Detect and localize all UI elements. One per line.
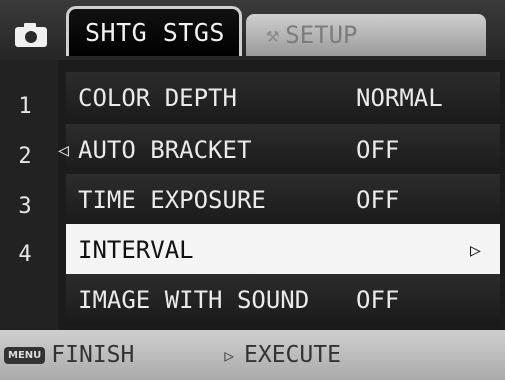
left-arrow-icon: ◁ xyxy=(58,139,69,161)
menu-item-value: OFF xyxy=(356,136,400,164)
finish-hint: FINISH xyxy=(51,342,135,368)
page-column: 1 2 3 4 xyxy=(0,60,58,330)
tab-setup[interactable]: ⚒ SETUP xyxy=(246,14,486,56)
page-number-4[interactable]: 4 xyxy=(10,242,40,267)
menu-item-label: TIME EXPOSURE xyxy=(78,186,266,214)
tab-shooting-settings[interactable]: SHTG STGS xyxy=(66,6,242,56)
tab-setup-label: SETUP xyxy=(285,21,358,49)
menu-item-value: NORMAL xyxy=(356,84,443,112)
tool-icon: ⚒ xyxy=(266,22,280,48)
settings-menu: 1 2 3 4 COLOR DEPTH NORMAL ◁ AUTO BRACKE… xyxy=(0,60,505,330)
menu-item-label: IMAGE WITH SOUND xyxy=(78,286,310,314)
menu-item-image-with-sound[interactable]: IMAGE WITH SOUND OFF xyxy=(66,274,500,326)
footer-bar: MENU FINISH ▷ EXECUTE xyxy=(0,330,505,380)
menu-item-value: OFF xyxy=(356,186,400,214)
page-number-3[interactable]: 3 xyxy=(10,194,40,219)
menu-item-label: COLOR DEPTH xyxy=(78,84,237,112)
menu-button-icon: MENU xyxy=(4,346,46,364)
menu-item-label: INTERVAL xyxy=(78,236,194,264)
right-arrow-icon: ▷ xyxy=(470,239,481,261)
right-arrow-icon: ▷ xyxy=(224,345,235,365)
menu-item-value: OFF xyxy=(356,286,400,314)
execute-hint: EXECUTE xyxy=(244,342,341,368)
menu-item-color-depth[interactable]: COLOR DEPTH NORMAL xyxy=(66,72,500,124)
page-number-2[interactable]: 2 xyxy=(10,144,40,169)
menu-item-label: AUTO BRACKET xyxy=(78,136,252,164)
menu-item-time-exposure[interactable]: TIME EXPOSURE OFF xyxy=(66,174,500,226)
menu-item-interval[interactable]: INTERVAL ▷ xyxy=(66,224,500,276)
tab-shooting-settings-label: SHTG STGS xyxy=(85,18,225,47)
page-number-1[interactable]: 1 xyxy=(10,94,40,119)
camera-icon xyxy=(15,23,47,47)
tab-bar: SHTG STGS ⚒ SETUP xyxy=(0,0,505,60)
menu-item-auto-bracket[interactable]: ◁ AUTO BRACKET OFF xyxy=(58,124,500,176)
